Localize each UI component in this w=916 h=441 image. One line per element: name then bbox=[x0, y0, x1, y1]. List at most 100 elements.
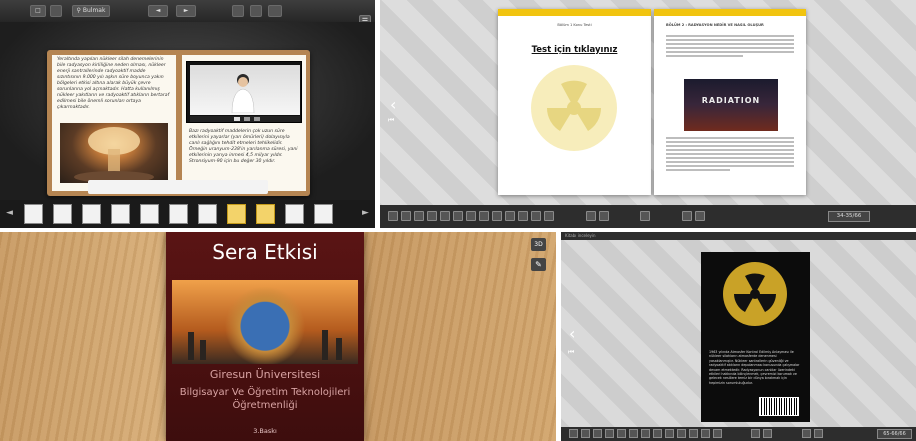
toolbar-icon-button[interactable] bbox=[677, 429, 686, 438]
page-thumbnail[interactable] bbox=[227, 204, 246, 224]
page-thumbnail[interactable] bbox=[111, 204, 130, 224]
3d-view-button[interactable]: 3D bbox=[531, 238, 546, 251]
toolbar-icon-button[interactable] bbox=[641, 429, 650, 438]
globe-industry-image bbox=[172, 280, 358, 364]
toolbar-icon-button[interactable] bbox=[585, 211, 596, 221]
toolbar-icon-button[interactable] bbox=[401, 211, 411, 221]
toolbar-icon-button[interactable] bbox=[605, 429, 614, 438]
page-thumbnail[interactable] bbox=[24, 204, 43, 224]
radiation-poster-image: RADIATION bbox=[684, 79, 778, 131]
toolbar-icon-button[interactable] bbox=[593, 429, 602, 438]
book-title: Sera Etkisi bbox=[212, 240, 318, 264]
page-thumbnail[interactable] bbox=[82, 204, 101, 224]
body-text-block bbox=[666, 137, 794, 173]
page-thumbnail[interactable] bbox=[140, 204, 159, 224]
university-name: Giresun Üniversitesi bbox=[209, 368, 321, 381]
page-indicator[interactable]: 65-66/66 bbox=[877, 429, 912, 439]
back-cover-text: 1963 yılında Atmosfer Kontrol Edilmiş An… bbox=[709, 350, 800, 385]
body-text-block bbox=[666, 35, 794, 59]
toolbar-icon-button[interactable] bbox=[689, 429, 698, 438]
toolbar-icon-button[interactable] bbox=[640, 211, 651, 221]
pen-tool-button[interactable]: ✎ bbox=[531, 258, 546, 271]
right-page[interactable]: Bazı radyoaktif maddelerin çok uzun süre… bbox=[182, 55, 306, 191]
book-cover-view: Sera Etkisi Giresun Üniversitesi Bilgisa… bbox=[0, 232, 556, 441]
thumbnail-view-button[interactable]: □ bbox=[30, 5, 46, 17]
page-thumbnail[interactable] bbox=[169, 204, 188, 224]
next-page-button[interactable]: ► bbox=[176, 5, 196, 17]
toolbar-icon-button[interactable] bbox=[701, 429, 710, 438]
page-thumbnail[interactable] bbox=[198, 204, 217, 224]
toolbar-icon-button[interactable] bbox=[466, 211, 476, 221]
toolbar-icon-button[interactable] bbox=[479, 211, 489, 221]
open-book: Yeraltında yapılan nükleer silah denemel… bbox=[47, 50, 310, 196]
stop-icon[interactable] bbox=[244, 117, 250, 121]
toolbar-option-button[interactable] bbox=[232, 5, 244, 17]
prev-page-arrow[interactable]: ‹ bbox=[390, 95, 396, 114]
page-thumbnail[interactable] bbox=[53, 204, 72, 224]
back-cover-page[interactable]: 1963 yılında Atmosfer Kontrol Edilmiş An… bbox=[701, 252, 810, 422]
page-thumbnail[interactable] bbox=[256, 204, 275, 224]
toolbar-icon-button[interactable] bbox=[440, 211, 450, 221]
thumb-prev-button[interactable]: ◄ bbox=[6, 208, 13, 218]
thumb-next-button[interactable]: ► bbox=[362, 208, 369, 218]
toolbar-icon-button[interactable] bbox=[414, 211, 424, 221]
radiation-symbol-icon bbox=[531, 65, 617, 151]
search-button[interactable]: ⚲ Bulmak bbox=[72, 5, 110, 17]
toolbar-icon-button[interactable] bbox=[813, 429, 823, 438]
toolbar-icon-button[interactable] bbox=[569, 429, 578, 438]
test-link[interactable]: Test için tıklayınız bbox=[498, 45, 651, 55]
first-page-button[interactable]: ⏮ bbox=[568, 348, 574, 357]
right-page[interactable]: BÖLÜM 2 : RADYASYON NEDİR VE NASIL OLUŞU… bbox=[654, 9, 806, 195]
left-page[interactable]: Bölüm 1 Konu Testi Test için tıklayınız bbox=[498, 9, 651, 195]
flipbook-viewer-backcover: Kitabı inceleyin ‹ ⏮ 1963 yılında Atmosf… bbox=[561, 232, 916, 441]
toolbar-icon-button[interactable] bbox=[653, 429, 662, 438]
toolbar-icon-button[interactable] bbox=[453, 211, 463, 221]
toolbar-option-button[interactable] bbox=[268, 5, 282, 17]
toolbar-icon-button[interactable] bbox=[713, 429, 722, 438]
right-page-text: Bazı radyoaktif maddelerin çok uzun süre… bbox=[189, 129, 298, 164]
toolbar-icon-button[interactable] bbox=[544, 211, 554, 221]
toolbar-icon-button[interactable] bbox=[694, 211, 705, 221]
page-thumbnail[interactable] bbox=[314, 204, 333, 224]
grid-view-button[interactable] bbox=[50, 5, 62, 17]
toolbar-icon-button[interactable] bbox=[427, 211, 437, 221]
toolbar-icon-button[interactable] bbox=[388, 211, 398, 221]
book-cover[interactable]: Sera Etkisi Giresun Üniversitesi Bilgisa… bbox=[166, 232, 364, 441]
video-controls[interactable] bbox=[190, 116, 300, 122]
volume-icon[interactable] bbox=[254, 117, 260, 121]
toolbar-icon-button[interactable] bbox=[581, 429, 590, 438]
page-indicator[interactable]: 34-35/66 bbox=[828, 211, 870, 222]
toolbar-icon-button[interactable] bbox=[763, 429, 773, 438]
toolbar-icon-button[interactable] bbox=[681, 211, 692, 221]
toolbar-icon-button[interactable] bbox=[801, 429, 811, 438]
toolbar-icon-button[interactable] bbox=[598, 211, 609, 221]
toolbar-option-button[interactable] bbox=[250, 5, 262, 17]
nuclear-explosion-image bbox=[60, 123, 168, 183]
page-shadow bbox=[88, 180, 268, 194]
prev-page-arrow[interactable]: ‹ bbox=[569, 324, 575, 343]
left-page-text: Yeraltında yapılan nükleer silah denemel… bbox=[57, 57, 170, 110]
embedded-video-player[interactable] bbox=[186, 61, 302, 123]
flipbook-viewer-light: ‹ ⏮ Bölüm 1 Konu Testi Test için tıklayı… bbox=[380, 0, 916, 228]
first-page-button[interactable]: ⏮ bbox=[388, 116, 394, 125]
bottom-toolbar: 34-35/66 bbox=[380, 205, 916, 228]
toolbar-icon-button[interactable] bbox=[505, 211, 515, 221]
book-stage: Yeraltında yapılan nükleer silah denemel… bbox=[0, 22, 375, 200]
toolbar-icon-button[interactable] bbox=[751, 429, 761, 438]
edition-label: 3.Baskı bbox=[253, 427, 277, 435]
left-page[interactable]: Yeraltında yapılan nükleer silah denemel… bbox=[52, 55, 176, 191]
play-icon[interactable] bbox=[234, 117, 240, 121]
department-name: Bilgisayar Ve Öğretim Teknolojileri Öğre… bbox=[179, 387, 351, 411]
toolbar-icon-button[interactable] bbox=[665, 429, 674, 438]
toolbar-icon-button[interactable] bbox=[531, 211, 541, 221]
toolbar-icon-button[interactable] bbox=[518, 211, 528, 221]
radiation-symbol-icon bbox=[723, 262, 787, 326]
toolbar-icon-button[interactable] bbox=[492, 211, 502, 221]
flipbook-viewer-dark: □ ⚲ Bulmak ◄ ► ☰ ▢ 3D ✎ Yeraltında yapıl… bbox=[0, 0, 375, 228]
barcode-image bbox=[759, 397, 799, 416]
toolbar-icon-button[interactable] bbox=[617, 429, 626, 438]
bottom-toolbar: 65-66/66 bbox=[561, 427, 916, 441]
page-thumbnail[interactable] bbox=[285, 204, 304, 224]
prev-page-button[interactable]: ◄ bbox=[148, 5, 168, 17]
toolbar-icon-button[interactable] bbox=[629, 429, 638, 438]
